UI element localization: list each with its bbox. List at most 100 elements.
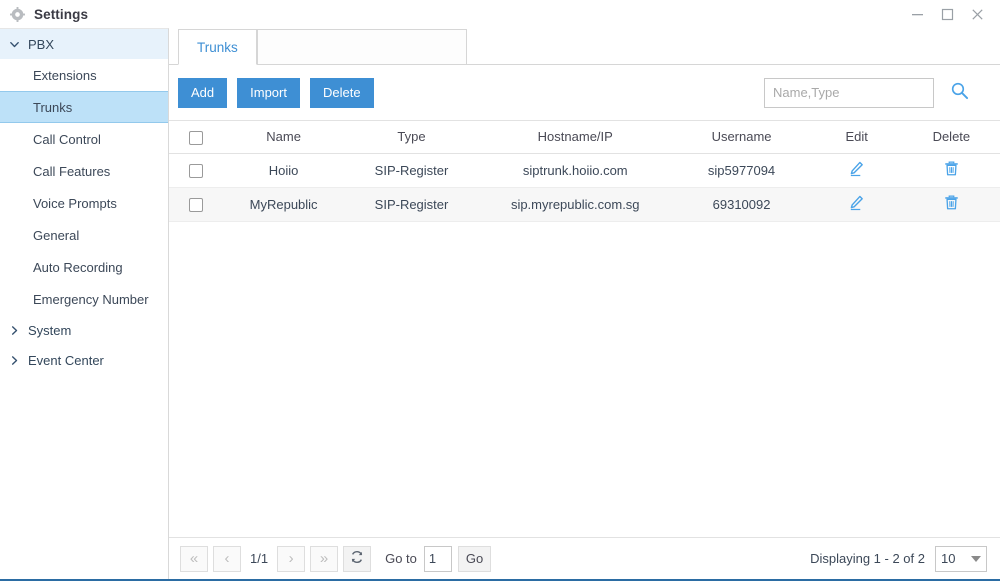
cell-name: MyRepublic	[222, 187, 345, 222]
tab-label: Trunks	[197, 39, 238, 55]
cell-hostname: sip.myrepublic.com.sg	[478, 187, 673, 222]
sidebar-item-emergency-number[interactable]: Emergency Number	[0, 283, 168, 315]
refresh-icon	[350, 550, 364, 568]
header-edit[interactable]: Edit	[810, 121, 903, 154]
sidebar-group-label: PBX	[28, 36, 55, 52]
sidebar-item-label: Call Features	[33, 163, 111, 179]
page-indicator: 1/1	[250, 551, 269, 566]
cell-name: Hoiio	[222, 153, 345, 188]
sidebar-item-call-control[interactable]: Call Control	[0, 123, 168, 155]
title-bar: Settings	[0, 0, 1000, 28]
header-delete[interactable]: Delete	[902, 121, 1000, 154]
search-button[interactable]	[942, 78, 976, 108]
add-button[interactable]: Add	[178, 77, 228, 108]
close-icon	[971, 8, 983, 20]
next-page-button[interactable]: ›	[277, 545, 306, 572]
sidebar-group-pbx[interactable]: PBX	[0, 29, 168, 59]
sidebar-item-general[interactable]: General	[0, 219, 168, 251]
settings-window: Settings PBX Extensions Trunks Call Cont…	[0, 0, 1000, 581]
cell-username: sip5977094	[672, 153, 811, 188]
goto-label: Go to	[385, 551, 417, 566]
sidebar-item-label: Call Control	[33, 131, 101, 147]
sidebar-item-auto-recording[interactable]: Auto Recording	[0, 251, 168, 283]
window-body: PBX Extensions Trunks Call Control Call …	[0, 28, 1000, 579]
sidebar-item-extensions[interactable]: Extensions	[0, 59, 168, 91]
chevron-right-icon	[6, 322, 22, 338]
row-select-cell[interactable]	[169, 153, 223, 188]
cell-edit[interactable]	[810, 153, 903, 188]
cell-username: 69310092	[672, 187, 811, 222]
cell-edit[interactable]	[810, 187, 903, 222]
go-button[interactable]: Go	[457, 545, 492, 572]
last-page-button[interactable]: »	[310, 545, 339, 572]
edit-pencil-icon[interactable]	[848, 160, 865, 177]
delete-button[interactable]: Delete	[309, 77, 374, 108]
pagination-bar: « ‹ 1/1 › » Go to 1 Go Displaying 1 - 2 …	[169, 537, 1000, 579]
cell-type: SIP-Register	[345, 153, 479, 188]
chevron-right-icon	[6, 352, 22, 368]
sidebar-item-label: Extensions	[33, 67, 97, 83]
header-username[interactable]: Username	[672, 121, 811, 154]
sidebar: PBX Extensions Trunks Call Control Call …	[0, 28, 169, 579]
displaying-status: Displaying 1 - 2 of 2	[810, 551, 925, 566]
minimize-button[interactable]	[902, 0, 932, 28]
row-checkbox[interactable]	[188, 163, 203, 178]
sidebar-item-label: General	[33, 227, 80, 243]
sidebar-item-voice-prompts[interactable]: Voice Prompts	[0, 187, 168, 219]
cell-delete[interactable]	[902, 153, 1000, 188]
close-button[interactable]	[962, 0, 992, 28]
prev-page-button[interactable]: ‹	[213, 545, 241, 572]
chevron-down-icon	[6, 36, 22, 52]
toolbar: Add Import Delete	[169, 65, 1000, 120]
sidebar-item-label: Trunks	[33, 99, 73, 115]
sidebar-item-call-features[interactable]: Call Features	[0, 155, 168, 187]
trash-icon[interactable]	[943, 160, 960, 177]
tab-trunks[interactable]: Trunks	[178, 29, 257, 65]
sidebar-group-system[interactable]: System	[0, 315, 168, 345]
page-size-select[interactable]: 10	[935, 545, 987, 572]
window-controls	[902, 0, 992, 28]
first-page-button[interactable]: «	[180, 545, 208, 572]
sidebar-item-trunks[interactable]: Trunks	[0, 91, 168, 123]
sidebar-group-event-center[interactable]: Event Center	[0, 345, 168, 375]
select-all-checkbox[interactable]	[188, 130, 203, 145]
header-name[interactable]: Name	[222, 121, 345, 154]
row-select-cell[interactable]	[169, 187, 223, 222]
page-size-value: 10	[941, 551, 956, 566]
table-row[interactable]: MyRepublic SIP-Register sip.myrepublic.c…	[169, 187, 1000, 222]
pagination-right: Displaying 1 - 2 of 2 10	[810, 545, 987, 572]
trunks-table: Name Type Hostname/IP Username Edit Dele…	[169, 121, 1000, 222]
header-select-all[interactable]	[169, 121, 223, 154]
minimize-icon	[911, 13, 923, 15]
goto-page-input[interactable]	[423, 545, 452, 572]
cell-delete[interactable]	[902, 187, 1000, 222]
maximize-icon	[941, 8, 953, 20]
tab-strip: Trunks	[169, 28, 1000, 65]
window-title: Settings	[34, 6, 89, 22]
sidebar-group-label: System	[28, 322, 72, 338]
search-icon	[950, 81, 969, 105]
row-checkbox[interactable]	[188, 197, 203, 212]
caret-down-icon	[971, 555, 981, 562]
refresh-button[interactable]	[343, 545, 372, 572]
header-type[interactable]: Type	[345, 121, 479, 154]
cell-type: SIP-Register	[345, 187, 479, 222]
maximize-button[interactable]	[932, 0, 962, 28]
sidebar-item-label: Voice Prompts	[33, 195, 117, 211]
table-header-row: Name Type Hostname/IP Username Edit Dele…	[169, 121, 1000, 154]
gear-icon	[10, 6, 25, 22]
sidebar-item-label: Auto Recording	[33, 259, 123, 275]
table-header: Name Type Hostname/IP Username Edit Dele…	[169, 121, 1000, 154]
header-hostname[interactable]: Hostname/IP	[478, 121, 673, 154]
cell-hostname: siptrunk.hoiio.com	[478, 153, 673, 188]
trash-icon[interactable]	[943, 194, 960, 211]
edit-pencil-icon[interactable]	[848, 194, 865, 211]
import-button[interactable]: Import	[237, 77, 300, 108]
sidebar-item-label: Emergency Number	[33, 291, 149, 307]
tab-empty[interactable]	[256, 29, 467, 65]
table-row[interactable]: Hoiio SIP-Register siptrunk.hoiio.com si…	[169, 153, 1000, 188]
trunks-table-container: Name Type Hostname/IP Username Edit Dele…	[169, 120, 1000, 537]
main-panel: Trunks Add Import Delete Name,Type Name …	[169, 28, 1000, 579]
search-input[interactable]	[764, 77, 934, 108]
table-body: Hoiio SIP-Register siptrunk.hoiio.com si…	[169, 153, 1000, 222]
